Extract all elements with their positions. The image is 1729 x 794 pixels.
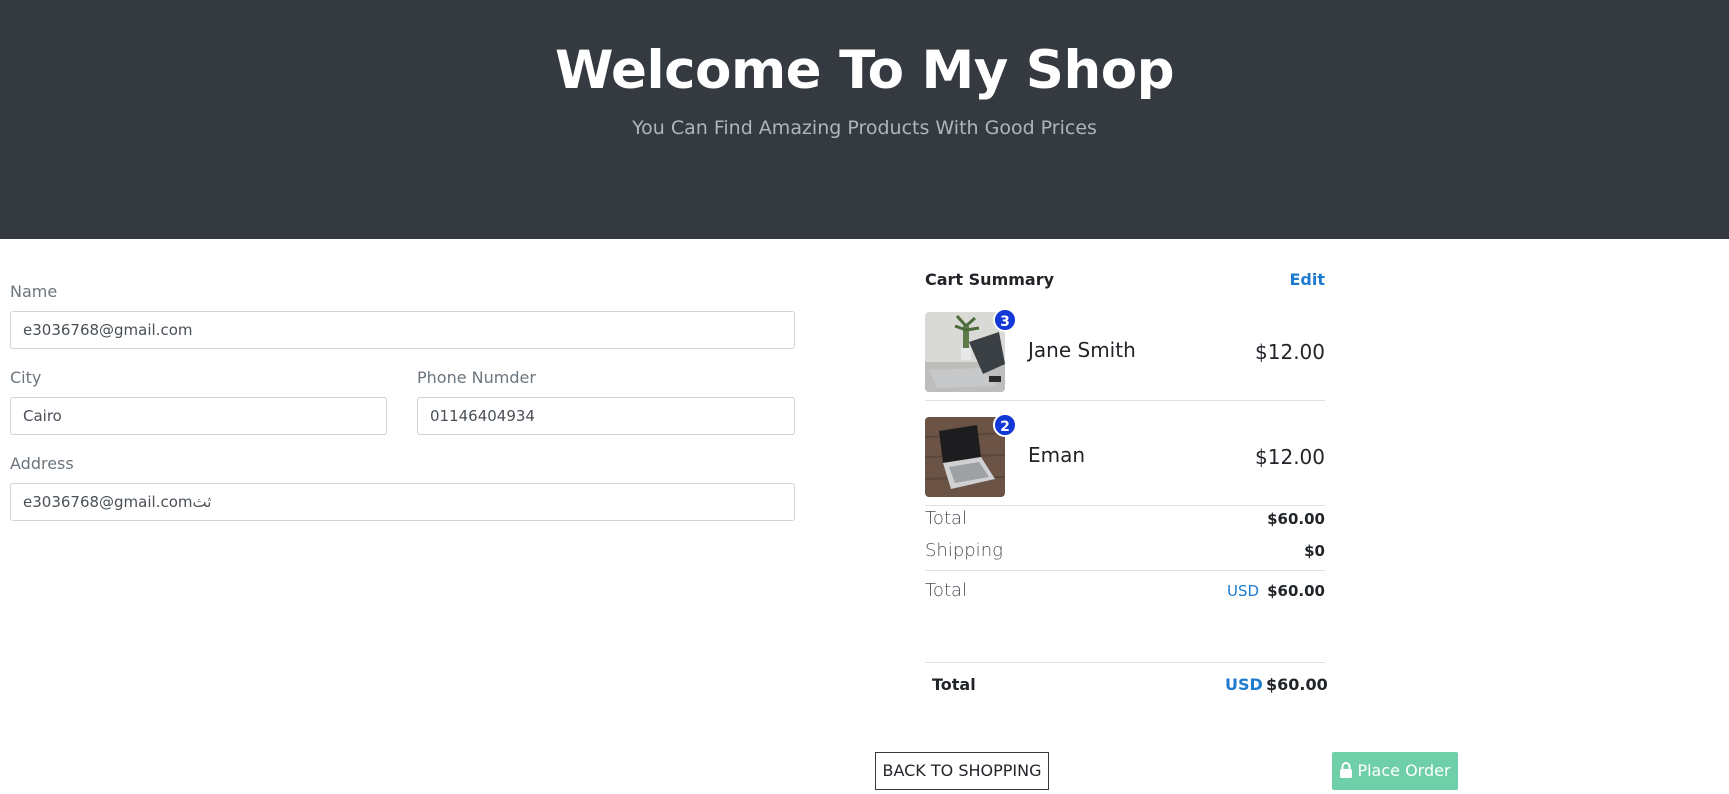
total-value: $60.00 — [1267, 582, 1325, 600]
subtotal-label: Total — [925, 508, 968, 529]
total-label: Total — [925, 580, 968, 601]
subtotal-value: $60.00 — [1267, 510, 1325, 528]
page-title: Welcome To My Shop — [554, 40, 1175, 101]
item-price: $12.00 — [1255, 445, 1325, 469]
cart-item: 2 Eman $12.00 — [925, 413, 1325, 499]
back-to-shopping-button[interactable]: BACK TO SHOPPING — [875, 752, 1049, 790]
item-divider — [925, 400, 1325, 401]
name-label: Name — [10, 282, 58, 301]
city-input[interactable] — [10, 397, 387, 435]
hero-banner: Welcome To My Shop You Can Find Amazing … — [0, 0, 1729, 239]
cart-summary-header: Cart Summary Edit — [925, 270, 1325, 292]
quantity-badge: 3 — [993, 308, 1017, 332]
shipping-value: $0 — [1304, 542, 1325, 560]
phone-input[interactable] — [417, 397, 795, 435]
quantity-badge: 2 — [993, 413, 1017, 437]
place-order-label: Place Order — [1357, 761, 1451, 780]
item-name: Eman — [1028, 443, 1086, 467]
place-order-button[interactable]: Place Order — [1332, 752, 1458, 790]
page-subtitle: You Can Find Amazing Products With Good … — [632, 117, 1097, 139]
final-total-value: $60.00 — [1266, 675, 1328, 694]
final-total-currency: USD — [1225, 675, 1263, 694]
cart-item: 3 Jane Smith $12.00 — [925, 308, 1325, 394]
cart-summary-title: Cart Summary — [925, 270, 1055, 289]
final-total-label: Total — [932, 675, 976, 694]
lock-icon — [1339, 754, 1353, 792]
item-price: $12.00 — [1255, 340, 1325, 364]
city-label: City — [10, 368, 42, 387]
name-input[interactable] — [10, 311, 795, 349]
address-input[interactable] — [10, 483, 795, 521]
address-label: Address — [10, 454, 74, 473]
final-divider — [925, 662, 1325, 663]
cart-edit-link[interactable]: Edit — [1289, 270, 1325, 289]
phone-label: Phone Numder — [417, 368, 536, 387]
shipping-label: Shipping — [925, 540, 1003, 561]
item-name: Jane Smith — [1028, 338, 1136, 362]
item-divider — [925, 505, 1325, 506]
totals-divider — [925, 570, 1325, 571]
total-currency: USD — [1227, 582, 1260, 600]
